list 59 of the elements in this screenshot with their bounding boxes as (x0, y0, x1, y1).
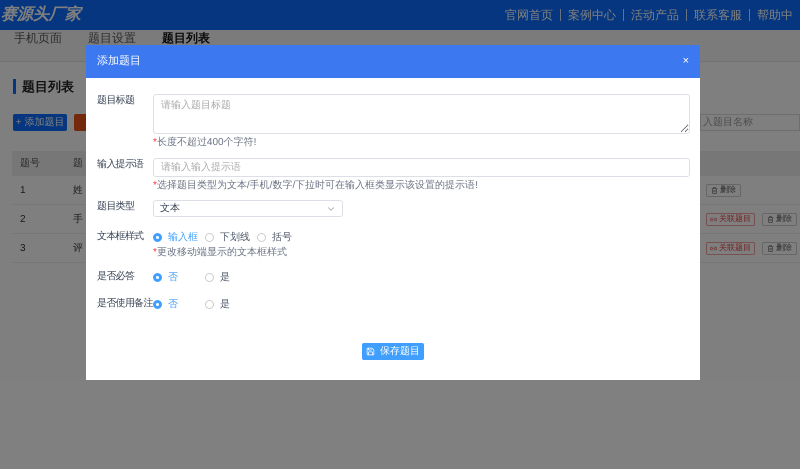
table-cell-text: 手 (72, 212, 83, 226)
type-select[interactable]: 文本 (153, 200, 343, 217)
table-cell-text: 1 (19, 184, 27, 198)
save-button[interactable]: 保存题目 (362, 343, 424, 360)
link-icon (710, 216, 717, 222)
page-title: 题目列表 (22, 78, 74, 96)
radio-option[interactable]: 是 (205, 270, 257, 284)
add-button[interactable]: + 添加题目 (13, 114, 67, 131)
delete-button[interactable]: 删除 (762, 212, 797, 226)
logo-text: 赛源头厂家 (1, 4, 81, 25)
trash-icon (711, 186, 718, 194)
radio-button[interactable] (205, 300, 214, 308)
delete-button[interactable]: 删除 (706, 184, 741, 196)
table-cell-text: 评 (72, 242, 83, 256)
nav-link[interactable]: 官网首页 (498, 9, 560, 21)
hint-text: *更改移动端显示的文本框样式 (153, 248, 288, 258)
hint-text: *选择题目类型为文本/手机/数字/下拉时可在输入框类显示该设置的提示语! (153, 181, 480, 191)
field-label: 是否必答 (97, 270, 136, 284)
field-label: 题目类型 (97, 200, 136, 214)
table-cell-text: 姓 (72, 184, 83, 198)
radio-button[interactable] (153, 272, 162, 282)
radio-option[interactable]: 下划线 (205, 230, 257, 244)
column-header: 题号 (19, 157, 41, 171)
table-cell-text: 2 (19, 212, 27, 226)
nav-link[interactable]: 活动产品 (623, 9, 686, 21)
link-question-button[interactable]: 关联题目 (706, 212, 755, 226)
nav-link[interactable]: 联系客服 (686, 9, 749, 21)
radio-option[interactable]: 否 (153, 296, 205, 312)
field-label: 是否使用备注 (97, 297, 153, 311)
radio-option[interactable]: 输入框 (153, 230, 205, 244)
radio-button[interactable] (205, 232, 214, 242)
tab[interactable]: 题目列表 (162, 32, 210, 44)
title-textarea[interactable]: 请输入题目标题 (153, 94, 690, 134)
radio-button[interactable] (153, 232, 162, 242)
radio-option[interactable]: 括号 (257, 230, 309, 244)
radio-button[interactable] (205, 272, 214, 282)
tab[interactable]: 手机页面 (14, 32, 62, 44)
nav-link[interactable]: 案例中心 (560, 9, 623, 21)
column-header: 题 (72, 157, 83, 171)
link-icon (710, 244, 717, 252)
dialog-title: 添加题目 (97, 54, 141, 70)
field-label: 文本框样式 (97, 230, 145, 244)
hint-text: *长度不超过400个字符! (153, 138, 258, 148)
tab[interactable]: 题目设置 (88, 32, 136, 44)
field-label: 输入提示语 (97, 158, 145, 172)
nav-link[interactable]: 帮助中 (749, 9, 800, 21)
delete-button[interactable]: 删除 (762, 242, 797, 254)
table-cell-text: 3 (19, 242, 27, 256)
save-icon (366, 347, 375, 356)
link-question-button[interactable]: 关联题目 (706, 242, 755, 254)
field-label: 题目标题 (97, 94, 136, 108)
input-field[interactable]: 请输入输入提示语 (153, 158, 690, 177)
close-button[interactable]: × (682, 56, 689, 67)
trash-icon (767, 244, 774, 252)
radio-option[interactable]: 是 (205, 296, 257, 312)
radio-button[interactable] (257, 232, 266, 242)
radio-option[interactable]: 否 (153, 270, 205, 284)
trash-icon (767, 216, 774, 222)
radio-button[interactable] (153, 300, 162, 308)
